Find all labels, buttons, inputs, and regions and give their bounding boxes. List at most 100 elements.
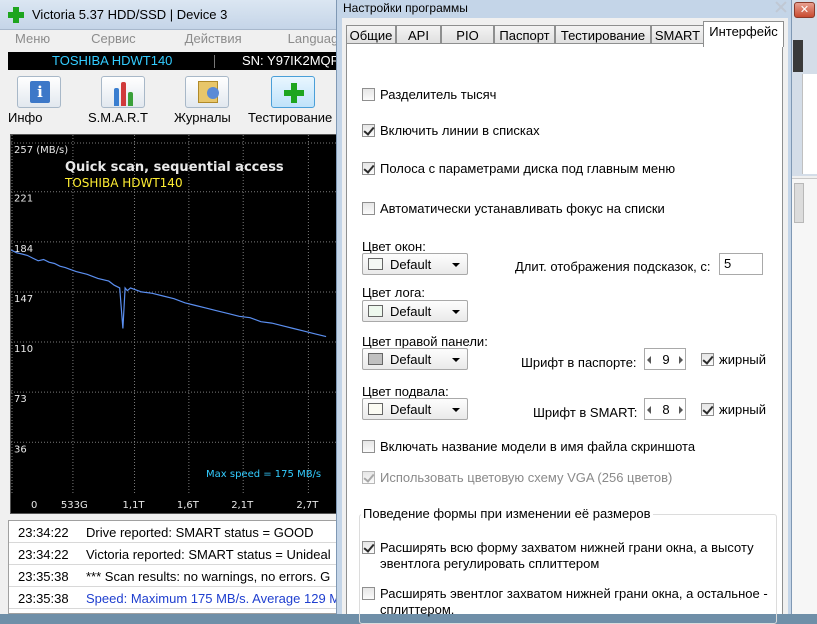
dropdown-arrow-icon — [452, 408, 460, 412]
background-window-panel — [793, 40, 803, 72]
checkbox-label: Расширять эвентлог захватом нижней грани… — [380, 586, 768, 617]
select-value: Default — [390, 257, 432, 272]
checkbox-label: Автоматически устанавливать фокус на спи… — [380, 201, 665, 216]
scrollbar[interactable] — [794, 183, 804, 223]
smart-button-label: S.M.A.R.T — [88, 110, 148, 125]
menu-item-menu[interactable]: Меню — [15, 31, 50, 51]
background-window-content — [802, 74, 817, 174]
log-message: *** Scan results: no warnings, no errors… — [86, 569, 331, 584]
log-color-label: Цвет лога: — [362, 285, 426, 300]
checkbox-box — [362, 162, 375, 175]
tooltip-duration-label: Длит. отображения подсказок, с: — [515, 259, 711, 274]
checkbox-label: Использовать цветовую схему VGA (256 цве… — [380, 470, 673, 485]
background-window-edge: ✕ — [792, 0, 817, 614]
speed-series-line — [11, 249, 327, 338]
dropdown-arrow-icon — [452, 263, 460, 267]
checkbox-box — [362, 440, 375, 453]
green-cross-icon — [284, 83, 304, 103]
spin-right-arrow-icon[interactable] — [679, 356, 683, 364]
log-time: 23:35:38 — [18, 569, 69, 584]
checkbox-label: Полоса с параметрами диска под главным м… — [380, 161, 676, 176]
settings-dialog: Настройки программы Общие API PIO Паспор… — [336, 0, 792, 624]
interface-tab-panel: Разделитель тысяч Включить линии в списк… — [346, 43, 783, 624]
info-button-label: Инфо — [8, 110, 43, 125]
color-swatch — [368, 305, 383, 317]
x-tick-label: 1,6T — [177, 500, 200, 511]
graph-title: Quick scan, sequential access — [65, 160, 284, 175]
y-tick-label: 221 — [14, 194, 33, 205]
window-color-select[interactable]: Default — [362, 253, 468, 275]
right-panel-color-label: Цвет правой панели: — [362, 334, 488, 349]
x-tick-label: 533G — [61, 500, 88, 511]
resize-whole-form-checkbox[interactable]: Расширять всю форму захватом нижней гран… — [362, 540, 772, 576]
victoria-window: Victoria 5.37 HDD/SSD | Device 3 Меню Се… — [0, 0, 345, 614]
close-icon[interactable]: ✕ — [794, 2, 815, 18]
log-row: 23:35:38 *** Scan results: no warnings, … — [9, 565, 339, 587]
window-color-label: Цвет окон: — [362, 239, 426, 254]
passport-font-spinner[interactable]: 9 — [644, 348, 686, 370]
color-swatch — [368, 258, 383, 270]
info-button[interactable]: i Инфо — [8, 76, 70, 130]
select-value: Default — [390, 402, 432, 417]
logs-button-label: Журналы — [174, 110, 231, 125]
close-icon[interactable] — [774, 1, 787, 13]
tooltip-duration-input[interactable]: 5 — [719, 253, 763, 275]
testing-button-frame — [271, 76, 315, 108]
log-time: 23:35:38 — [18, 591, 69, 606]
checkbox-box — [362, 587, 375, 600]
checkbox-label: Включать название модели в имя файла скр… — [380, 439, 696, 454]
smart-font-spinner[interactable]: 8 — [644, 398, 686, 420]
smart-button[interactable]: S.M.A.R.T — [88, 76, 158, 130]
checkbox-box — [362, 541, 375, 554]
dialog-title: Настройки программы — [343, 1, 468, 15]
checkbox-label: жирный — [719, 352, 766, 367]
resize-eventlog-checkbox[interactable]: Расширять эвентлог захватом нижней грани… — [362, 586, 772, 622]
x-tick-label: 1,1T — [123, 500, 146, 511]
info-button-frame: i — [17, 76, 61, 108]
victoria-title: Victoria 5.37 HDD/SSD | Device 3 — [32, 7, 228, 22]
x-tick-label: 0 — [31, 500, 37, 511]
tab-interface[interactable]: Интерфейс — [703, 21, 784, 47]
y-tick-label: 257 (MB/s) — [14, 145, 68, 156]
y-tick-label: 73 — [14, 394, 27, 405]
victoria-toolbar: i Инфо S.M.A.R.T Журналы Тестирование — [8, 72, 338, 128]
y-tick-label: 147 — [14, 294, 33, 305]
checkbox-label: Разделитель тысяч — [380, 87, 497, 102]
background-window-pane — [792, 178, 817, 614]
checkbox-box — [701, 353, 714, 366]
event-log[interactable]: 23:34:22 Drive reported: SMART status = … — [8, 520, 340, 614]
log-row: 23:34:22 Drive reported: SMART status = … — [9, 521, 339, 543]
background-window-titlebar: ✕ — [792, 0, 817, 176]
right-panel-color-select[interactable]: Default — [362, 348, 468, 370]
info-icon: i — [30, 81, 50, 103]
menu-item-service[interactable]: Сервис — [91, 31, 136, 51]
checkbox-label: Включить линии в списках — [380, 123, 540, 138]
color-swatch — [368, 403, 383, 415]
smart-font-label: Шрифт в SMART: — [533, 405, 638, 420]
graph-subtitle: TOSHIBA HDWT140 — [64, 176, 183, 190]
x-tick-label: 2,1T — [231, 500, 254, 511]
checkbox-box — [362, 124, 375, 137]
resize-behavior-group-title: Поведение формы при изменении её размеро… — [361, 506, 653, 521]
log-message: Drive reported: SMART status = GOOD — [86, 525, 314, 540]
checkbox-box — [701, 403, 714, 416]
device-model: TOSHIBA HDWT140 — [52, 53, 173, 68]
footer-color-select[interactable]: Default — [362, 398, 468, 420]
max-speed-note: Max speed = 175 MB/s — [206, 469, 321, 480]
testing-button[interactable]: Тестирование — [248, 76, 338, 130]
dialog-body: Общие API PIO Паспорт Тестирование SMART… — [342, 18, 788, 624]
victoria-cross-icon — [8, 7, 24, 23]
victoria-titlebar[interactable]: Victoria 5.37 HDD/SSD | Device 3 — [0, 0, 338, 30]
speed-graph-canvas: 257 (MB/s)22118414711073360 533G 1,1T 1,6T 2… — [11, 135, 337, 511]
log-time: 23:34:22 — [18, 525, 69, 540]
menu-item-actions[interactable]: Действия — [185, 31, 242, 51]
spin-right-arrow-icon[interactable] — [679, 406, 683, 414]
logs-button[interactable]: Журналы — [174, 76, 240, 130]
victoria-menubar: Меню Сервис Действия Language — [8, 31, 345, 51]
speed-graph: 257 (MB/s) 221 184 147 110 73 36 0 533G 1,1T 1,6T 2… — [10, 134, 338, 514]
y-tick-label: 110 — [14, 344, 33, 355]
x-tick-label: 2,7T — [296, 500, 319, 511]
passport-font-label: Шрифт в паспорте: — [521, 355, 637, 370]
log-color-select[interactable]: Default — [362, 300, 468, 322]
test-tubes-icon — [113, 80, 135, 106]
